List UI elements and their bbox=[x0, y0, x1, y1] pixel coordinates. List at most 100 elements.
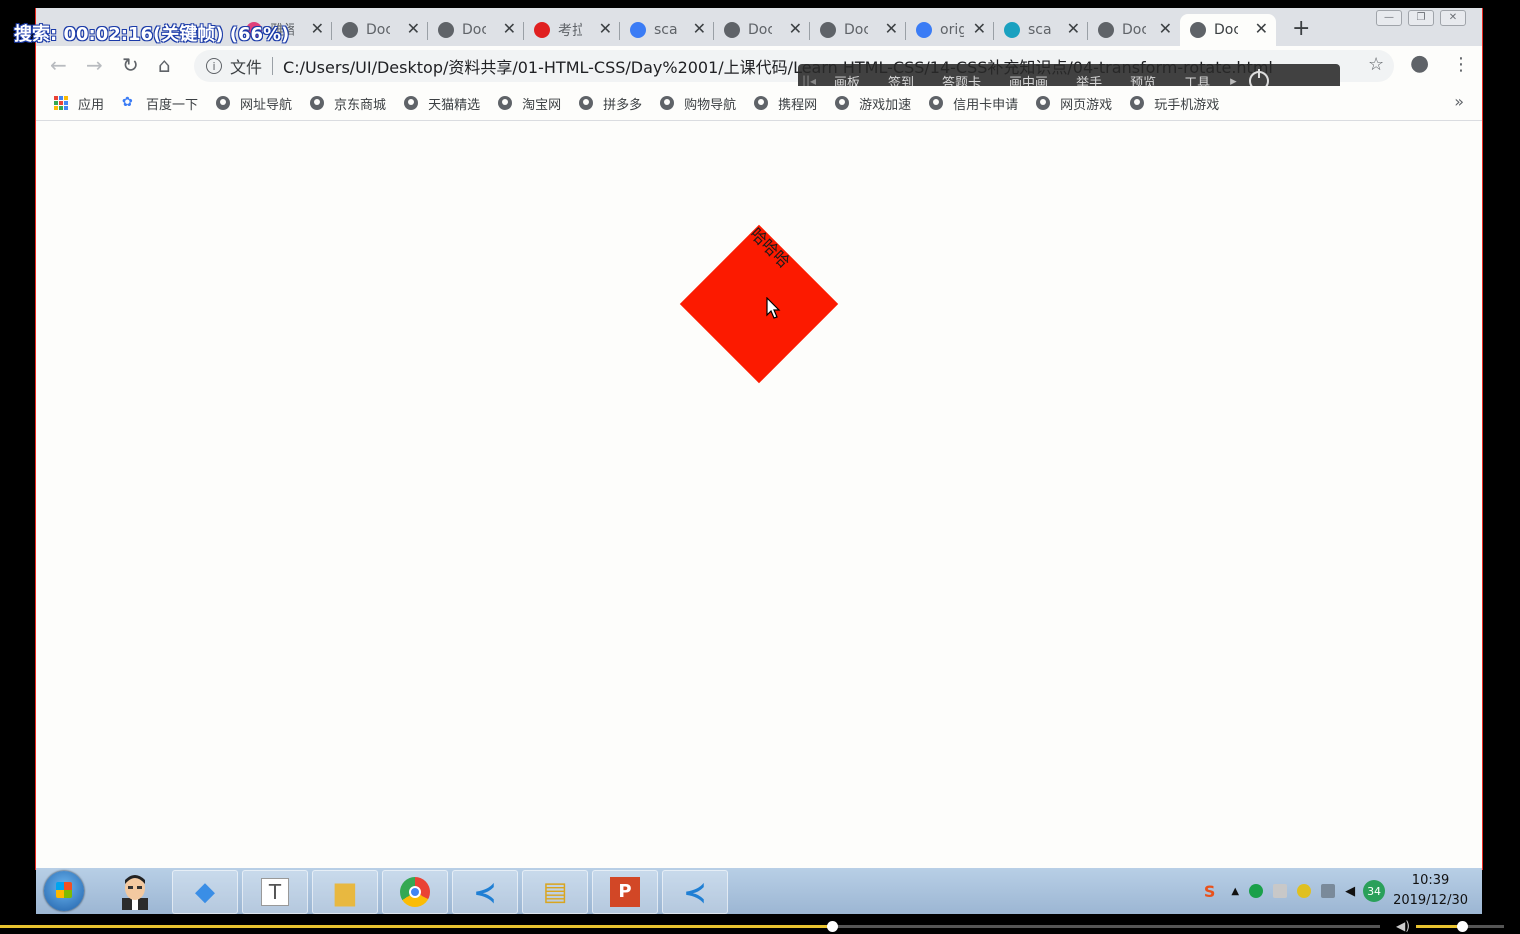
file-explorer-button[interactable]: ▆ bbox=[312, 870, 378, 914]
bookmark-item[interactable]: 网页游戏 bbox=[1036, 94, 1112, 113]
back-button[interactable]: ← bbox=[50, 54, 67, 76]
mdn-icon bbox=[1004, 22, 1020, 38]
notification-badge[interactable]: 34 bbox=[1363, 880, 1386, 902]
tab-close-icon[interactable]: ✕ bbox=[789, 21, 802, 37]
tab-close-icon[interactable]: ✕ bbox=[599, 21, 612, 37]
bookmarks-overflow-button[interactable]: » bbox=[1454, 92, 1464, 111]
volume-track[interactable] bbox=[1416, 921, 1504, 932]
tab-title: Doc bbox=[844, 22, 868, 38]
speaker-icon[interactable]: ◀) bbox=[1396, 919, 1410, 933]
tab-10[interactable]: Doc ✕ bbox=[1180, 14, 1276, 46]
chrome-icon bbox=[400, 877, 430, 907]
page-content: 哈哈哈 bbox=[36, 121, 1482, 870]
tab-1[interactable]: Doc ✕ bbox=[332, 14, 428, 46]
bookmarks-bar: 应用 ✿ 百度一下 网址导航 京东商城 天猫精选 淘宝网 拼多多 购物导航 携程网 游戏加速 信用卡… bbox=[36, 86, 1482, 121]
taskbar: ◆ T ▆ ≺ ▤ P ≺ S ▲ ◀ 34 10:39 2019/12/30 bbox=[36, 868, 1482, 914]
profile-icon[interactable]: ● bbox=[1410, 51, 1429, 76]
bookmark-label: 游戏加速 bbox=[859, 97, 912, 113]
typora-app-button[interactable]: T bbox=[242, 870, 308, 914]
tab-close-icon[interactable]: ✕ bbox=[503, 21, 516, 37]
baidu-paw-icon bbox=[916, 22, 932, 38]
powerpoint-app-button[interactable]: P bbox=[592, 870, 658, 914]
globe-icon bbox=[216, 96, 231, 110]
powerpoint-icon: P bbox=[610, 877, 640, 907]
tab-close-icon[interactable]: ✕ bbox=[885, 21, 898, 37]
tab-close-icon[interactable]: ✕ bbox=[407, 21, 420, 37]
reload-button[interactable]: ↻ bbox=[122, 54, 139, 76]
tab-close-icon[interactable]: ✕ bbox=[1255, 21, 1268, 37]
tab-8[interactable]: sca ✕ bbox=[994, 14, 1088, 46]
network-icon[interactable] bbox=[1321, 884, 1336, 898]
bookmark-label: 天猫精选 bbox=[428, 97, 481, 113]
tab-7[interactable]: orig ✕ bbox=[906, 14, 994, 46]
baidu-paw-icon bbox=[630, 22, 646, 38]
avatar[interactable] bbox=[100, 870, 170, 912]
globe-icon bbox=[438, 22, 454, 38]
home-button[interactable]: ⌂ bbox=[158, 54, 171, 76]
system-tray: S ▲ ◀ 34 10:39 2019/12/30 bbox=[1204, 868, 1482, 914]
sogou-ime-icon[interactable]: S bbox=[1204, 882, 1216, 901]
vscode-app-button-2[interactable]: ≺ bbox=[662, 870, 728, 914]
site-info-icon[interactable]: i bbox=[206, 58, 222, 74]
kaola-icon bbox=[534, 22, 550, 38]
playback-track[interactable] bbox=[0, 921, 1380, 932]
bookmark-item[interactable]: 天猫精选 bbox=[404, 94, 480, 113]
window-controls: — ❐ ✕ bbox=[1376, 10, 1466, 26]
globe-icon bbox=[498, 96, 513, 110]
tab-title: scal bbox=[654, 22, 678, 38]
minimize-button[interactable]: — bbox=[1376, 10, 1402, 26]
bookmark-item[interactable]: ✿ 百度一下 bbox=[122, 94, 198, 113]
tab-6[interactable]: Doc ✕ bbox=[810, 14, 906, 46]
tab-close-icon[interactable]: ✕ bbox=[1159, 21, 1172, 37]
globe-icon bbox=[342, 22, 358, 38]
bookmark-item[interactable]: 玩手机游戏 bbox=[1130, 94, 1219, 113]
globe-icon bbox=[1130, 96, 1145, 110]
bookmark-item[interactable]: 携程网 bbox=[754, 94, 817, 113]
tab-title: Doc bbox=[1122, 22, 1146, 38]
bookmark-apps[interactable]: 应用 bbox=[54, 94, 104, 113]
new-tab-button[interactable]: + bbox=[1292, 18, 1310, 40]
globe-icon bbox=[1098, 22, 1114, 38]
bookmark-label: 拼多多 bbox=[603, 97, 643, 113]
feishu-app-button[interactable]: ◆ bbox=[172, 870, 238, 914]
close-window-button[interactable]: ✕ bbox=[1440, 10, 1466, 26]
bookmark-star-icon[interactable]: ☆ bbox=[1368, 54, 1384, 75]
notepad-app-button[interactable]: ▤ bbox=[522, 870, 588, 914]
bookmark-item[interactable]: 购物导航 bbox=[660, 94, 736, 113]
security-icon[interactable] bbox=[1297, 884, 1312, 898]
restore-button[interactable]: ❐ bbox=[1408, 10, 1434, 26]
tab-9[interactable]: Doc ✕ bbox=[1088, 14, 1180, 46]
volume-knob[interactable] bbox=[1456, 921, 1468, 932]
action-center-icon[interactable] bbox=[1273, 884, 1288, 898]
vscode-app-button[interactable]: ≺ bbox=[452, 870, 518, 914]
chrome-app-button[interactable] bbox=[382, 870, 448, 914]
start-button[interactable] bbox=[44, 871, 84, 911]
volume-icon[interactable]: ◀ bbox=[1345, 884, 1355, 899]
bookmark-item[interactable]: 淘宝网 bbox=[498, 94, 561, 113]
menu-kebab-icon[interactable]: ⋮ bbox=[1452, 54, 1470, 75]
baidu-paw-icon: ✿ bbox=[122, 95, 133, 110]
tab-close-icon[interactable]: ✕ bbox=[693, 21, 706, 37]
bookmark-item[interactable]: 拼多多 bbox=[579, 94, 642, 113]
show-hidden-icons-icon[interactable]: ▲ bbox=[1231, 886, 1239, 897]
bookmark-item[interactable]: 信用卡申请 bbox=[929, 94, 1018, 113]
browser-window: 雅阁✕Doc✕Doc✕考拉✕scal✕Doc✕Doc✕orig✕sca✕Doc✕… bbox=[36, 8, 1482, 870]
bookmark-item[interactable]: 网址导航 bbox=[216, 94, 292, 113]
forward-button[interactable]: → bbox=[86, 54, 103, 76]
bookmark-label: 信用卡申请 bbox=[953, 97, 1019, 113]
bookmark-item[interactable]: 游戏加速 bbox=[835, 94, 911, 113]
tab-4[interactable]: scal ✕ bbox=[620, 14, 714, 46]
clock[interactable]: 10:39 2019/12/30 bbox=[1393, 871, 1468, 911]
globe-icon bbox=[1036, 96, 1051, 110]
tab-close-icon[interactable]: ✕ bbox=[1067, 21, 1080, 37]
playback-knob[interactable] bbox=[827, 921, 839, 932]
tab-close-icon[interactable]: ✕ bbox=[311, 21, 324, 37]
bookmark-item[interactable]: 京东商城 bbox=[310, 94, 386, 113]
tab-3[interactable]: 考拉 ✕ bbox=[524, 14, 620, 46]
clock-time: 10:39 bbox=[1411, 873, 1450, 888]
tab-title: Doc bbox=[1214, 22, 1238, 38]
tab-2[interactable]: Doc ✕ bbox=[428, 14, 524, 46]
network-status-icon[interactable] bbox=[1249, 884, 1264, 898]
tab-5[interactable]: Doc ✕ bbox=[714, 14, 810, 46]
tab-close-icon[interactable]: ✕ bbox=[973, 21, 986, 37]
